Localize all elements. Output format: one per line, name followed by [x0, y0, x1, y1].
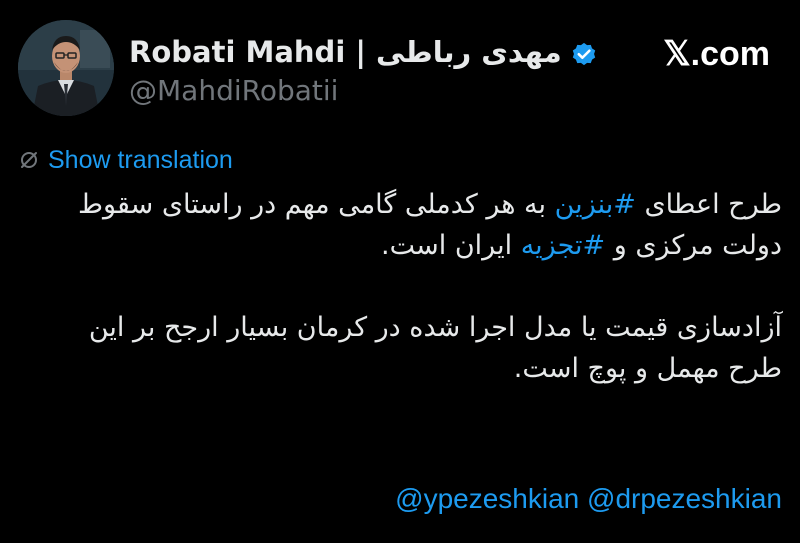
show-translation-row[interactable]: Show translation	[18, 143, 233, 177]
avatar-photo	[18, 20, 114, 116]
hashtag-link[interactable]: #بنزین	[555, 189, 636, 220]
translate-icon	[18, 149, 40, 171]
author-display-name-row[interactable]: Robati Mahdi | مهدی رباطی	[129, 32, 598, 72]
hashtag-link[interactable]: #تجزیه	[521, 230, 605, 261]
verified-badge-icon	[570, 38, 598, 66]
tweet-text-segment: ایران است.	[381, 230, 521, 261]
x-logo: 𝕏.com	[663, 35, 770, 73]
show-translation-link[interactable]: Show translation	[48, 143, 233, 177]
tweet-paragraph-1: طرح اعطای #بنزین به هر کدملی گامی مهم در…	[30, 184, 782, 266]
tweet-text-segment: طرح اعطای	[635, 189, 782, 220]
mentions-row: @ypezeshkian @drpezeshkian	[395, 479, 782, 519]
tweet-paragraph-2: آزادسازی قیمت یا مدل اجرا شده در کرمان ب…	[88, 312, 782, 384]
mention-link[interactable]: @ypezeshkian	[395, 483, 579, 514]
author-display-name[interactable]: Robati Mahdi | مهدی رباطی	[129, 32, 562, 72]
mention-link[interactable]: @drpezeshkian	[587, 483, 782, 514]
tweet-text: طرح اعطای #بنزین به هر کدملی گامی مهم در…	[30, 184, 782, 389]
author-handle[interactable]: @MahdiRobatii	[129, 73, 338, 109]
avatar[interactable]	[18, 20, 114, 116]
